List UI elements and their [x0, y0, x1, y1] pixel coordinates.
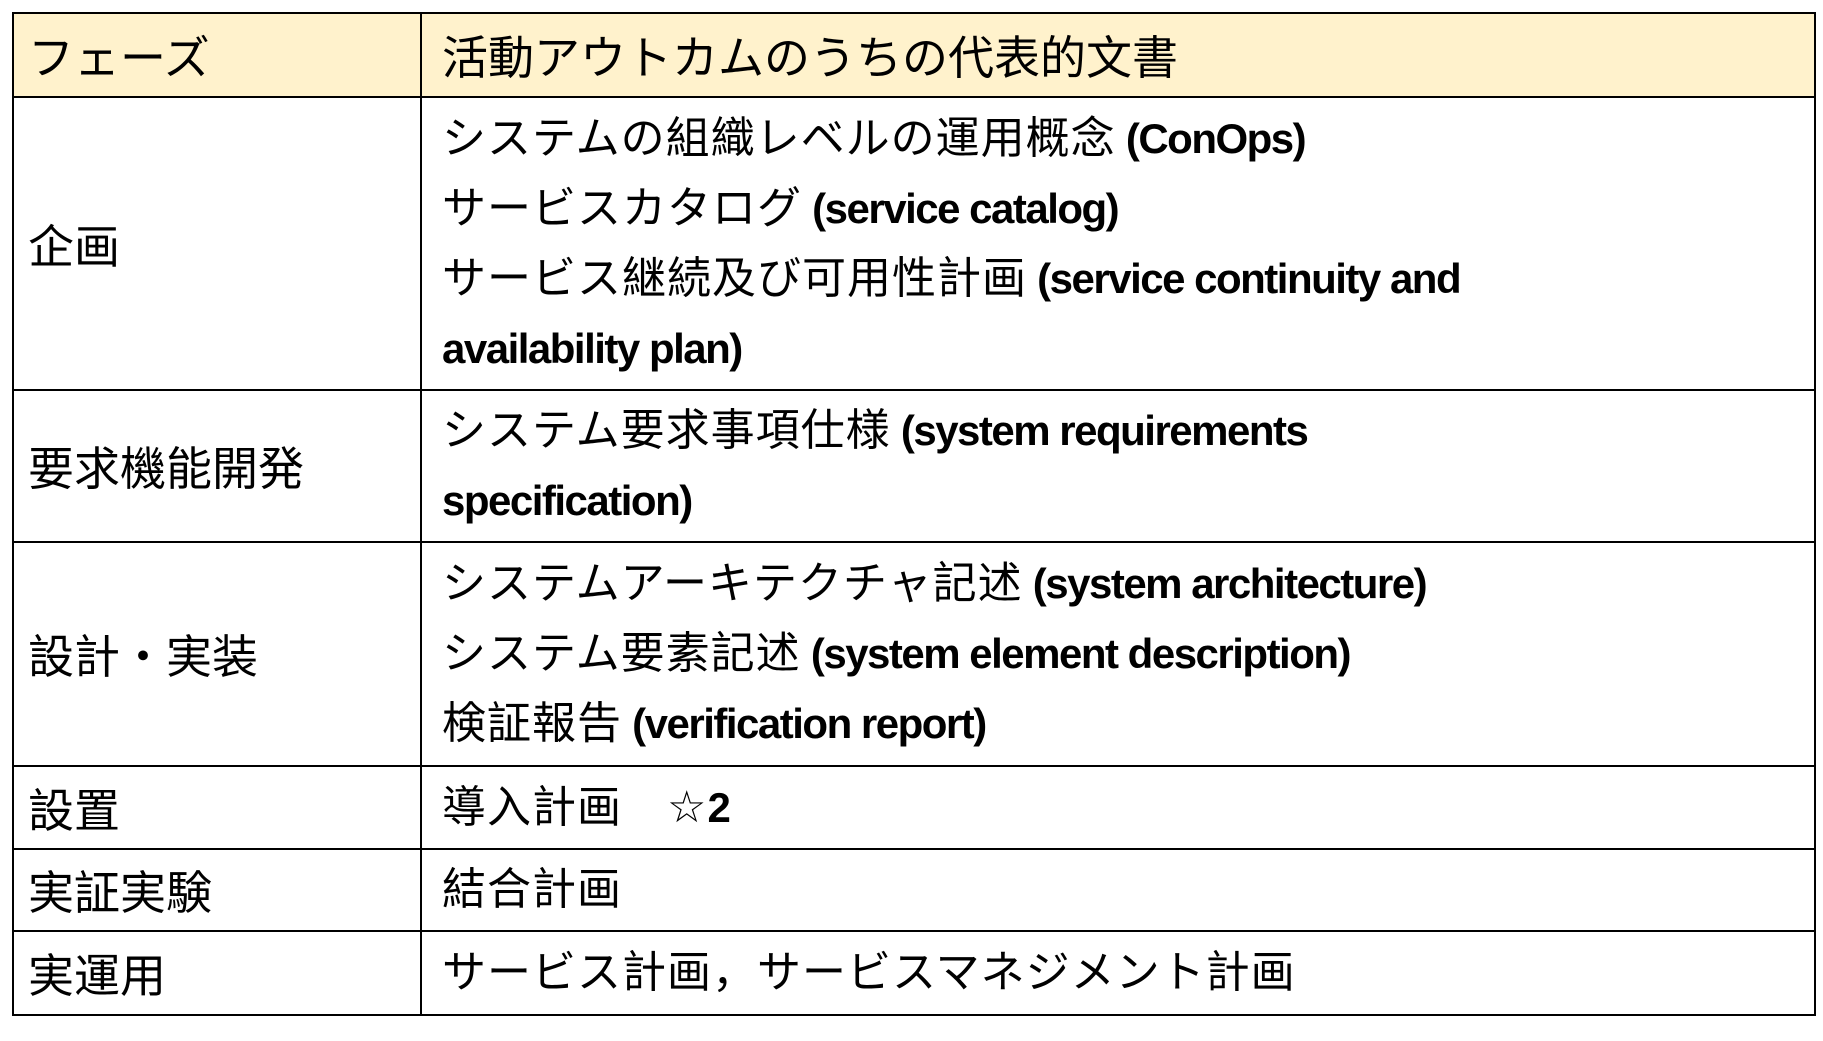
- table-header-row: フェーズ 活動アウトカムのうちの代表的文書: [12, 12, 1816, 98]
- document-item: サービスカタログ (service catalog): [442, 174, 1813, 244]
- document-jp: システム要素記述: [442, 628, 801, 679]
- document-item: システムの組織レベルの運用概念 (ConOps): [442, 104, 1813, 174]
- document-item: システム要求事項仕様 (system requirements: [442, 396, 1813, 466]
- document-item: サービス計画，サービスマネジメント計画: [442, 938, 1813, 1008]
- table-row: 企画 システムの組織レベルの運用概念 (ConOps) サービスカタログ (se…: [12, 96, 1816, 391]
- document-item: システム要素記述 (system element description): [442, 619, 1813, 689]
- header-documents: 活動アウトカムのうちの代表的文書: [420, 12, 1816, 98]
- documents-cell: 導入計画 ☆2: [420, 765, 1816, 850]
- document-jp: 検証報告: [442, 698, 622, 749]
- documents-cell: 結合計画: [420, 848, 1816, 932]
- table-row: 設計・実装 システムアーキテクチャ記述 (system architecture…: [12, 541, 1816, 767]
- document-en: specification): [442, 477, 693, 524]
- document-item: 検証報告 (verification report): [442, 689, 1813, 759]
- document-item-continuation: availability plan): [442, 314, 1813, 384]
- document-en: (system architecture): [1022, 560, 1428, 607]
- document-item: システムアーキテクチャ記述 (system architecture): [442, 549, 1813, 619]
- document-jp: サービス計画，サービスマネジメント計画: [442, 947, 1296, 998]
- document-en: (verification report): [622, 700, 987, 747]
- documents-cell: システムの組織レベルの運用概念 (ConOps) サービスカタログ (servi…: [420, 96, 1816, 391]
- phase-cell: 企画: [12, 96, 422, 391]
- document-jp: システム要求事項仕様: [442, 405, 891, 456]
- document-jp: システムの組織レベルの運用概念: [442, 112, 1116, 164]
- document-jp: サービス継続及び可用性計画: [442, 252, 1027, 304]
- document-item: 導入計画 ☆2: [442, 773, 1813, 843]
- phase-cell: 設置: [12, 765, 422, 850]
- document-en: (ConOps): [1115, 114, 1307, 162]
- document-jp: システムアーキテクチャ記述: [442, 558, 1023, 609]
- document-item: サービス継続及び可用性計画 (service continuity and: [442, 244, 1813, 314]
- table-row: 実証実験 結合計画: [12, 848, 1816, 932]
- documents-cell: システム要求事項仕様 (system requirements specific…: [420, 389, 1816, 543]
- document-en: (service continuity and: [1027, 254, 1461, 302]
- phase-cell: 設計・実装: [12, 541, 422, 767]
- documents-cell: システムアーキテクチャ記述 (system architecture) システム…: [420, 541, 1816, 767]
- document-en: availability plan): [442, 324, 743, 372]
- document-en: (service catalog): [802, 184, 1120, 232]
- document-item-continuation: specification): [442, 466, 1813, 536]
- phase-cell: 実運用: [12, 930, 422, 1016]
- table-row: 要求機能開発 システム要求事項仕様 (system requirements s…: [12, 389, 1816, 543]
- document-jp-with-star: 導入計画 ☆: [442, 781, 708, 833]
- phase-documents-table: フェーズ 活動アウトカムのうちの代表的文書 企画 システムの組織レベルの運用概念…: [12, 12, 1816, 1016]
- document-en: (system element description): [800, 630, 1352, 677]
- document-item: 結合計画: [442, 855, 1813, 925]
- document-jp: サービスカタログ: [442, 182, 802, 234]
- documents-cell: サービス計画，サービスマネジメント計画: [420, 930, 1816, 1016]
- table-row: 設置 導入計画 ☆2: [12, 765, 1816, 850]
- document-en: (system requirements: [890, 407, 1309, 454]
- header-phase: フェーズ: [12, 12, 422, 98]
- phase-cell: 要求機能開発: [12, 389, 422, 543]
- table-row: 実運用 サービス計画，サービスマネジメント計画: [12, 930, 1816, 1016]
- phase-cell: 実証実験: [12, 848, 422, 932]
- document-jp: 結合計画: [442, 864, 622, 915]
- document-en: 2: [707, 783, 730, 831]
